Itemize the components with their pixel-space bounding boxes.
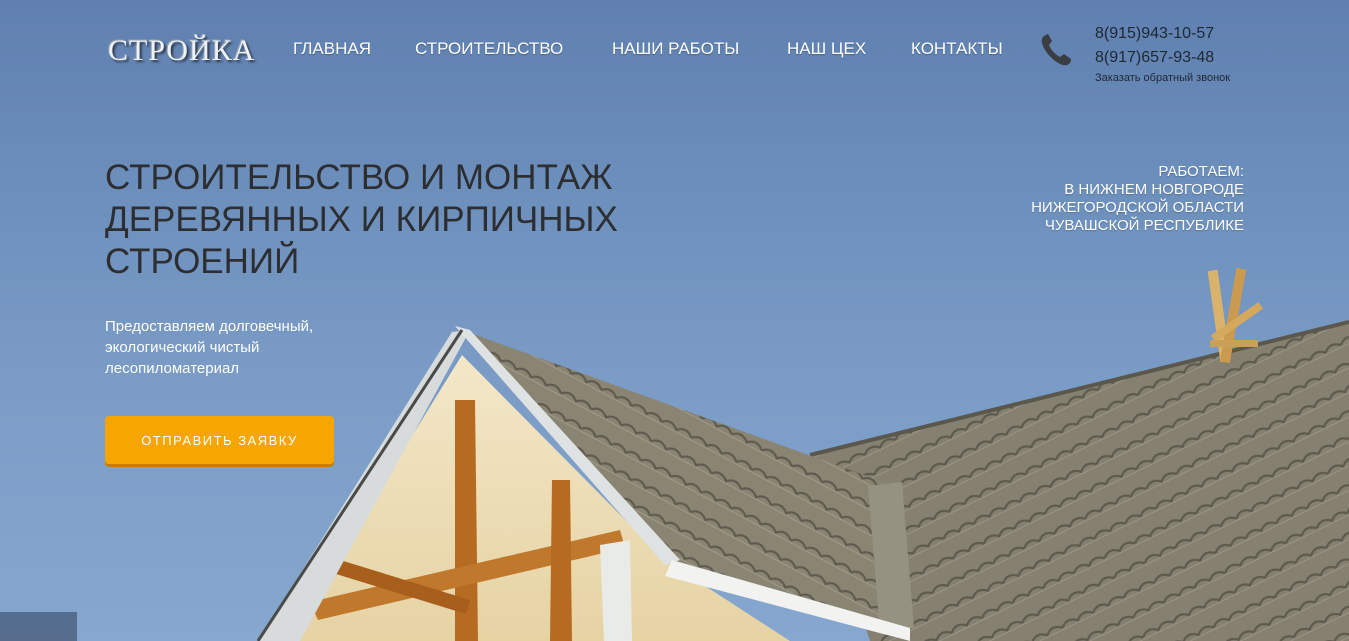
send-request-button[interactable]: ОТПРАВИТЬ ЗАЯВКУ bbox=[105, 416, 334, 464]
subtitle-line: Предоставляем долговечный, bbox=[105, 318, 314, 335]
service-area-line: В НИЖНЕМ НОВГОРОДЕ bbox=[1064, 181, 1244, 198]
corner-widget-tab[interactable] bbox=[0, 612, 77, 641]
subtitle-line: лесопиломатериал bbox=[105, 360, 240, 377]
service-areas: РАБОТАЕМ: В НИЖНЕМ НОВГОРОДЕ НИЖЕГОРОДСК… bbox=[1031, 163, 1244, 235]
headline-line: СТРОЕНИЙ bbox=[105, 242, 300, 281]
phone-icon bbox=[1041, 34, 1071, 66]
site-logo[interactable]: СТРОЙКА bbox=[108, 34, 255, 68]
phone-number-1: 8(915)943-10-57 bbox=[1095, 25, 1215, 42]
headline-line: ДЕРЕВЯННЫХ И КИРПИЧНЫХ bbox=[105, 200, 618, 239]
service-area-line: ЧУВАШСКОЙ РЕСПУБЛИКЕ bbox=[1044, 217, 1244, 234]
phone-number-2: 8(917)657-93-48 bbox=[1095, 49, 1215, 66]
hero-banner: СТРОЙКА ГЛАВНАЯ СТРОИТЕЛЬСТВО НАШИ РАБОТ… bbox=[0, 0, 1349, 641]
nav-item-workshop[interactable]: НАШ ЦЕХ bbox=[787, 39, 866, 59]
hero-subtitle: Предоставляем долговечный, экологический… bbox=[105, 316, 313, 379]
nav-item-construction[interactable]: СТРОИТЕЛЬСТВО bbox=[415, 39, 563, 59]
hero-headline: СТРОИТЕЛЬСТВО И МОНТАЖ ДЕРЕВЯННЫХ И КИРП… bbox=[105, 157, 665, 283]
headline-line: СТРОИТЕЛЬСТВО И МОНТАЖ bbox=[105, 158, 613, 197]
service-area-line: НИЖЕГОРОДСКОЙ ОБЛАСТИ bbox=[1031, 199, 1244, 216]
subtitle-line: экологический чистый bbox=[105, 339, 260, 356]
service-area-line: РАБОТАЕМ: bbox=[1158, 163, 1244, 180]
nav-item-contacts[interactable]: КОНТАКТЫ bbox=[911, 39, 1003, 59]
nav-item-home[interactable]: ГЛАВНАЯ bbox=[293, 39, 371, 59]
callback-link[interactable]: Заказать обратный звонок bbox=[1095, 72, 1230, 84]
nav-item-our-works[interactable]: НАШИ РАБОТЫ bbox=[612, 39, 739, 59]
